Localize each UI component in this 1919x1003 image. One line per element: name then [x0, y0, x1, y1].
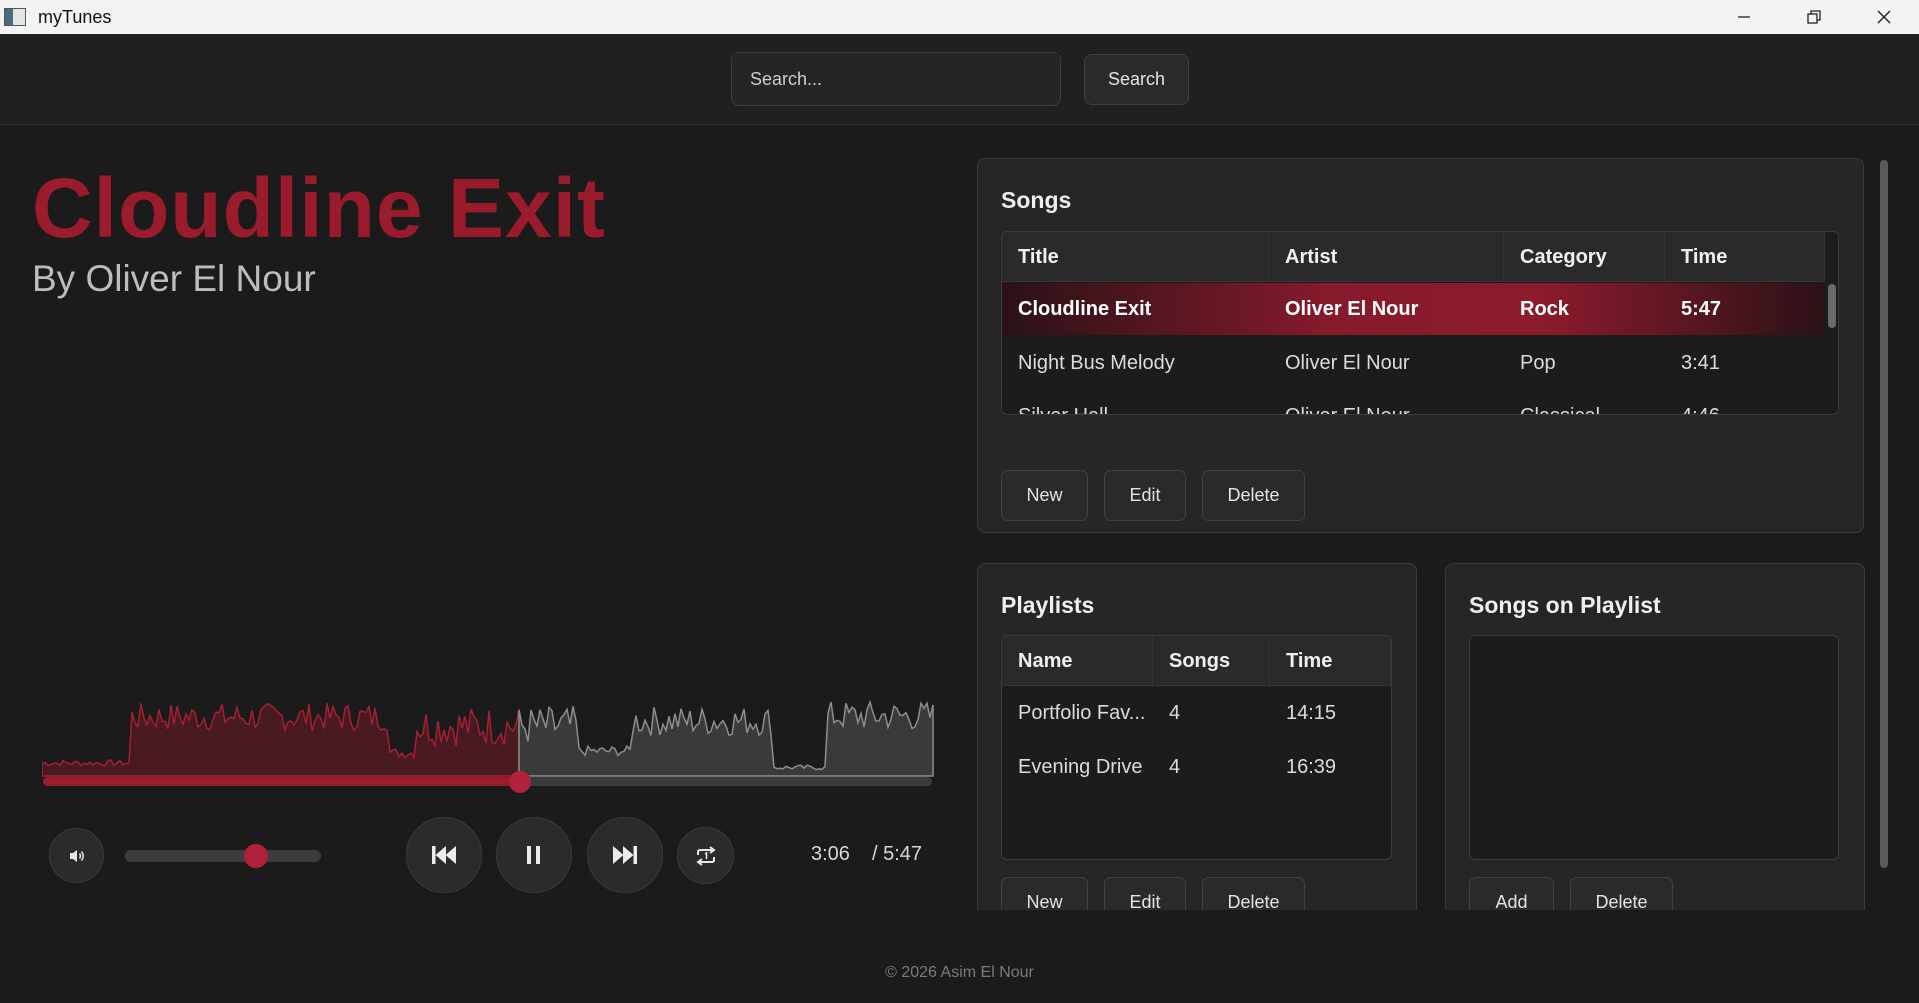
main-scrollbar[interactable]: [1880, 160, 1888, 868]
song-title: Night Bus Melody: [1018, 352, 1175, 374]
title-bar: myTunes: [0, 0, 1919, 34]
edit-playlist-button[interactable]: Edit: [1104, 877, 1186, 910]
playlist-name: Evening Drive: [1018, 756, 1143, 778]
total-time: / 5:47: [872, 843, 923, 865]
search-button[interactable]: Search: [1084, 54, 1189, 105]
waveform[interactable]: [42, 690, 934, 780]
previous-button[interactable]: [406, 817, 482, 893]
table-row[interactable]: Silver Hall Oliver El Nour Classical 4:4…: [1002, 390, 1825, 414]
repeat-one-icon: [695, 845, 716, 866]
songs-on-playlist-panel: Songs on Playlist Add Delete: [1445, 563, 1865, 910]
table-row[interactable]: Night Bus Melody Oliver El Nour Pop 3:41: [1002, 337, 1825, 389]
songs-on-playlist-list[interactable]: [1469, 635, 1839, 860]
search-input[interactable]: [731, 52, 1061, 106]
minimize-button[interactable]: [1709, 0, 1779, 34]
column-header-category[interactable]: Category: [1504, 232, 1665, 282]
playlist-time: 14:15: [1286, 702, 1337, 724]
volume-button[interactable]: [49, 828, 104, 883]
table-row[interactable]: Evening Drive 4 16:39: [1002, 741, 1391, 793]
songs-table[interactable]: Title Artist Category Time Cloudline Exi…: [1001, 231, 1839, 415]
edit-song-button[interactable]: Edit: [1104, 470, 1186, 521]
new-playlist-button[interactable]: New: [1001, 877, 1088, 910]
now-playing-title: Cloudline Exit: [32, 161, 607, 255]
volume-slider[interactable]: [125, 844, 321, 868]
volume-slider-thumb[interactable]: [244, 844, 269, 868]
pause-button[interactable]: [496, 817, 572, 893]
song-artist: Oliver El Nour: [1285, 298, 1419, 320]
playlist-time: 16:39: [1286, 756, 1337, 778]
song-title: Silver Hall: [1002, 390, 1108, 414]
song-artist: Oliver El Nour: [1285, 352, 1410, 374]
column-header-artist[interactable]: Artist: [1269, 232, 1504, 282]
waveform-played: [42, 703, 520, 777]
playlist-song-count: 4: [1169, 702, 1181, 724]
songs-table-header: Title Artist Category Time: [1002, 232, 1825, 282]
window-title: myTunes: [38, 6, 112, 27]
close-icon: [1877, 10, 1891, 24]
seek-bar-fill: [43, 777, 521, 786]
song-time: 3:41: [1681, 352, 1720, 374]
song-category: Classical: [1504, 390, 1600, 414]
playlist-song-count: 4: [1169, 756, 1181, 778]
table-row[interactable]: Cloudline Exit Oliver El Nour Rock 5:47: [1002, 283, 1825, 335]
song-time: 5:47: [1681, 298, 1722, 320]
repeat-button[interactable]: [677, 827, 734, 884]
songs-panel-title: Songs: [1001, 187, 1072, 213]
song-title: Cloudline Exit: [1018, 298, 1152, 320]
search-bar: Search: [0, 34, 1919, 125]
now-playing-artist: By Oliver El Nour: [32, 258, 316, 299]
table-row[interactable]: Portfolio Fav... 4 14:15: [1002, 687, 1391, 739]
seek-bar-thumb[interactable]: [509, 771, 532, 793]
close-button[interactable]: [1849, 0, 1919, 34]
current-time: 3:06: [811, 843, 850, 865]
pause-icon: [527, 846, 540, 864]
minimize-icon: [1738, 16, 1750, 18]
skip-back-icon: [432, 846, 456, 864]
next-button[interactable]: [587, 817, 663, 893]
column-header-time[interactable]: Time: [1270, 636, 1391, 686]
column-header-songs[interactable]: Songs: [1153, 636, 1270, 686]
new-song-button[interactable]: New: [1001, 470, 1088, 521]
lower-panels: Playlists Name Songs Time Portfolio Fav.…: [970, 560, 1870, 910]
waveform-remaining: [518, 699, 934, 777]
playlists-table-header: Name Songs Time: [1002, 636, 1391, 686]
restore-icon: [1807, 10, 1821, 24]
speaker-icon: [69, 849, 84, 862]
song-time: 4:46: [1665, 390, 1720, 414]
add-to-playlist-button[interactable]: Add: [1469, 877, 1554, 910]
app-icon: [4, 8, 26, 26]
songs-panel: Songs Title Artist Category Time Cloudli…: [977, 158, 1864, 533]
column-header-name[interactable]: Name: [1002, 636, 1153, 686]
playlists-panel-title: Playlists: [1001, 592, 1095, 618]
songs-table-scrollbar[interactable]: [1828, 284, 1836, 328]
song-category: Rock: [1520, 298, 1569, 320]
song-artist: Oliver El Nour: [1269, 390, 1409, 414]
footer-copyright: © 2026 Asim El Nour: [885, 964, 1034, 981]
playlists-panel: Playlists Name Songs Time Portfolio Fav.…: [977, 563, 1417, 910]
songs-on-playlist-title: Songs on Playlist: [1469, 592, 1661, 618]
restore-button[interactable]: [1779, 0, 1849, 34]
playlist-name: Portfolio Fav...: [1018, 702, 1146, 724]
column-header-title[interactable]: Title: [1002, 232, 1269, 282]
skip-forward-icon: [613, 846, 637, 864]
column-header-time[interactable]: Time: [1665, 232, 1825, 282]
delete-song-button[interactable]: Delete: [1202, 470, 1305, 521]
window-controls: [1709, 0, 1919, 34]
volume-slider-fill: [125, 850, 257, 862]
delete-from-playlist-button[interactable]: Delete: [1570, 877, 1673, 910]
song-category: Pop: [1520, 352, 1556, 374]
playlists-table[interactable]: Name Songs Time Portfolio Fav... 4 14:15…: [1001, 635, 1392, 860]
delete-playlist-button[interactable]: Delete: [1202, 877, 1305, 910]
seek-bar[interactable]: [43, 771, 932, 793]
